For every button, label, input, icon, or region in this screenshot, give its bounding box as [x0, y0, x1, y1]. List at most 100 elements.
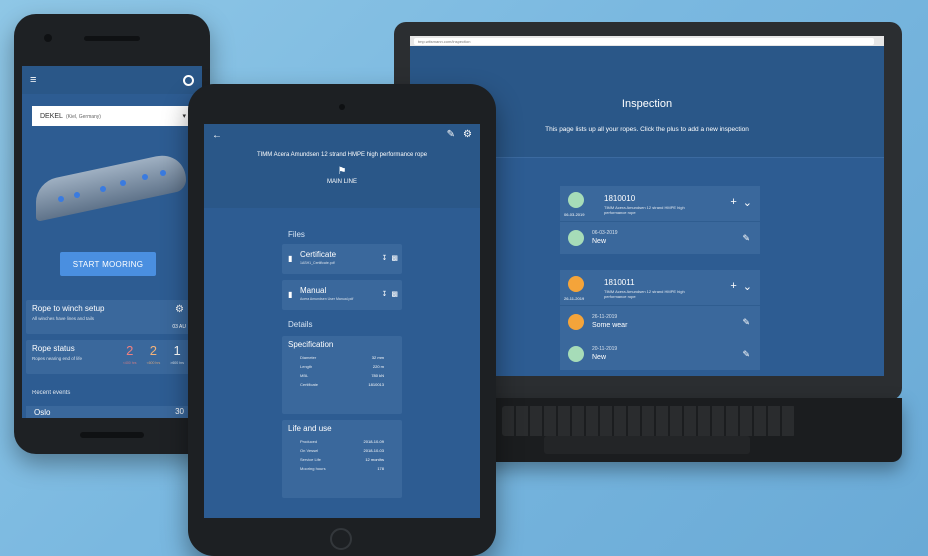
inspection-row[interactable]: 20-11-2019 New ✎: [560, 338, 760, 370]
address-bar[interactable]: tmp.witsmann.com/inspection: [414, 37, 874, 45]
spec-row: Length 220 m: [300, 364, 384, 369]
rope-date: 06-03-2019: [564, 212, 585, 217]
rope-description: TIMM Acera Amundsen 12 strand HMPE high …: [604, 289, 685, 299]
phone-home-bar: [80, 432, 144, 438]
inspection-label: New: [592, 354, 607, 361]
life-and-use-title: Life and use: [288, 424, 332, 433]
document-icon: ▮: [288, 290, 293, 299]
life-row: Service Life 12 months: [300, 457, 384, 462]
rope-row[interactable]: 26-11-2019 1810011 TIMM Acera Amundsen 1…: [560, 270, 760, 306]
details-heading: Details: [288, 320, 313, 329]
spec-row: MBL 780 kN: [300, 373, 384, 378]
event-label: Oslo: [34, 408, 51, 417]
edit-icon[interactable]: ✎: [742, 349, 750, 360]
spec-row: Certificate 1810013: [300, 382, 384, 387]
phone-app-bar: ≡: [22, 66, 202, 94]
tablet-home-button: [330, 528, 352, 550]
rope-id: 1810010: [604, 194, 636, 203]
inspection-avatar: [568, 314, 584, 330]
file-path: Acera Amundsen User Manual.pdf: [300, 297, 354, 301]
file-name: Certificate: [300, 250, 337, 259]
delete-icon[interactable]: ▩: [391, 254, 398, 262]
download-icon[interactable]: ↧: [382, 254, 388, 262]
rope-card: 26-11-2019 1810011 TIMM Acera Amundsen 1…: [560, 270, 760, 370]
rope-line-label: MAIN LINE: [326, 179, 357, 185]
vessel-name: DEKEL: [40, 112, 63, 120]
specification-card: Specification Diameter 32 mm Length 220 m …: [282, 336, 402, 414]
inspection-date: 20-11-2019: [592, 346, 618, 352]
plus-icon[interactable]: +: [730, 196, 736, 209]
rope-status-count: 2 <600 hrs: [146, 343, 161, 365]
file-name: Manual: [300, 286, 327, 295]
recent-events-label: Recent events: [32, 390, 71, 396]
browser-bar: tmp.witsmann.com/inspection: [410, 36, 884, 46]
start-mooring-button[interactable]: START MOORING: [60, 252, 156, 276]
phone-device: ≡ DEKEL (Kiel, Germany) ▾ START MOORING R…: [14, 14, 210, 454]
tablet-device: ← ✎ ⚙ TIMM Acera Amundsen 12 strand HMPE …: [188, 84, 496, 556]
edit-icon[interactable]: ✎: [742, 233, 750, 244]
rope-description: TIMM Acera Amundsen 12 strand HMPE high …: [604, 205, 685, 215]
delete-icon[interactable]: ▩: [391, 290, 398, 298]
ship-illustration: [22, 136, 202, 232]
menu-icon[interactable]: ≡: [30, 74, 36, 86]
vessel-location: (Kiel, Germany): [65, 113, 101, 120]
inspection-date: 26-11-2019: [592, 314, 618, 320]
inspection-label: Some wear: [592, 322, 628, 329]
plus-icon[interactable]: +: [730, 280, 736, 293]
files-heading: Files: [288, 230, 305, 239]
vessel-select[interactable]: DEKEL (Kiel, Germany) ▾: [32, 106, 194, 126]
gear-icon[interactable]: ⚙: [175, 304, 184, 315]
chevron-down-icon[interactable]: ⌄: [743, 196, 752, 209]
rope-winch-title: Rope to winch setup: [32, 304, 105, 313]
inspection-label: New: [592, 238, 607, 245]
rope-status-avatar: [568, 192, 584, 208]
rope-status-count: 2 <400 hrs: [122, 343, 137, 365]
life-row: Produced 2018-10-09: [300, 439, 384, 444]
back-arrow-icon[interactable]: ←: [212, 130, 222, 141]
chevron-down-icon: ▾: [182, 113, 186, 120]
rope-status-count: 1 >600 hrs: [170, 343, 184, 365]
edit-icon[interactable]: ✎: [447, 129, 455, 140]
laptop-trackpad: [544, 436, 750, 454]
edit-icon[interactable]: ✎: [742, 317, 750, 328]
inspection-row[interactable]: 06-03-2019 New ✎: [560, 222, 760, 254]
rope-winch-card[interactable]: Rope to winch setup All winches have lin…: [26, 300, 190, 334]
rope-status-counts: 2 <400 hrs 2 <600 hrs 1 >600 hrs: [123, 344, 184, 370]
rope-status-card[interactable]: Rope status Ropes nearing end of life 2 <…: [26, 340, 190, 374]
phone-screen: ≡ DEKEL (Kiel, Germany) ▾ START MOORING R…: [22, 66, 202, 418]
flag-icon: ⚑: [337, 166, 347, 177]
event-row[interactable]: Oslo 30: [26, 406, 190, 418]
download-icon[interactable]: ↧: [382, 290, 388, 298]
rope-row[interactable]: 06-03-2019 1810010 TIMM Acera Amundsen 1…: [560, 186, 760, 222]
rope-winch-subtitle: All winches have lines and tails: [32, 316, 95, 321]
inspection-date: 06-03-2019: [592, 230, 618, 236]
phone-camera: [44, 34, 52, 42]
specification-title: Specification: [288, 340, 334, 349]
life-row: On Vessel 2018-10-03: [300, 448, 384, 453]
phone-speaker: [84, 36, 140, 41]
life-and-use-card: Life and use Produced 2018-10-09 On Vesse…: [282, 420, 402, 498]
inspection-avatar: [568, 230, 584, 246]
rope-card: 06-03-2019 1810010 TIMM Acera Amundsen 1…: [560, 186, 760, 254]
inspection-avatar: [568, 346, 584, 362]
rope-status-avatar: [568, 276, 584, 292]
account-icon[interactable]: [183, 74, 194, 86]
spec-row: Diameter 32 mm: [300, 355, 384, 360]
rope-id: 1810011: [604, 278, 635, 287]
laptop-keyboard: [502, 406, 796, 436]
inspection-row[interactable]: 26-11-2019 Some wear ✎: [560, 306, 760, 338]
rope-detail-header: ← ✎ ⚙ TIMM Acera Amundsen 12 strand HMPE …: [204, 124, 480, 208]
file-item[interactable]: ▮ Certificate 1ASH1_Certificate.pdf ↧ ▩: [282, 244, 402, 274]
rope-winch-date: 03 AU: [172, 324, 186, 330]
chevron-down-icon[interactable]: ⌄: [743, 280, 752, 293]
document-icon: ▮: [288, 254, 293, 263]
file-path: 1ASH1_Certificate.pdf: [300, 261, 335, 265]
rope-title: TIMM Acera Amundsen 12 strand HMPE high …: [256, 152, 428, 158]
file-item[interactable]: ▮ Manual Acera Amundsen User Manual.pdf …: [282, 280, 402, 310]
life-row: Mooring hours 178: [300, 466, 384, 471]
gear-icon[interactable]: ⚙: [463, 129, 472, 140]
tablet-camera: [339, 104, 345, 110]
tablet-screen: ← ✎ ⚙ TIMM Acera Amundsen 12 strand HMPE …: [204, 124, 480, 518]
rope-date: 26-11-2019: [564, 296, 585, 301]
event-value: 30: [175, 407, 184, 416]
